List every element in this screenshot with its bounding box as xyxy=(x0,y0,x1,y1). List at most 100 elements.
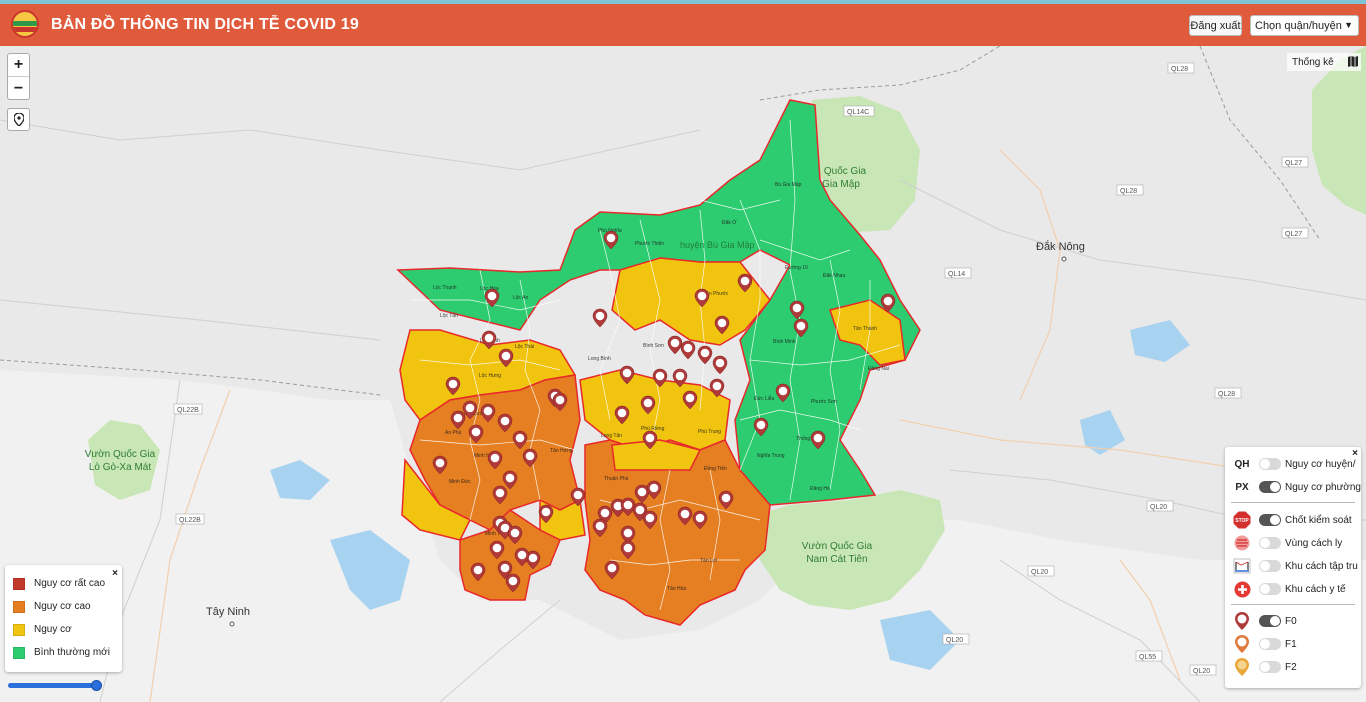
svg-text:QL14: QL14 xyxy=(948,271,965,278)
toggle-medical[interactable] xyxy=(1259,583,1281,595)
logout-button[interactable]: Đăng xuất xyxy=(1189,15,1242,36)
city-label-dak-nong: Đắk Nông xyxy=(1036,240,1085,253)
legend-close-button[interactable]: × xyxy=(112,568,118,579)
app-logo xyxy=(11,10,39,38)
divider xyxy=(1231,502,1355,503)
commune-label: Long Bình xyxy=(588,356,611,362)
road-label: QL14 xyxy=(944,267,972,279)
city-label-tay-ninh: Tây Ninh xyxy=(206,606,250,618)
commune-label: Minh Đức xyxy=(449,479,471,485)
layer-row-medical: Khu cách y tế xyxy=(1225,579,1361,599)
park-label: Gia Mập xyxy=(822,179,860,190)
app-header: BẢN ĐỒ THÔNG TIN DỊCH TỄ COVID 19 Đăng x… xyxy=(0,4,1366,46)
commune-label: Bù Gia Mập xyxy=(775,182,802,188)
svg-text:QL55: QL55 xyxy=(1139,654,1156,661)
layer-label: Nguy cơ phường xyxy=(1285,481,1361,493)
layer-label: F1 xyxy=(1285,638,1297,650)
road-label: QL14C xyxy=(843,105,875,117)
svg-text:QL27: QL27 xyxy=(1285,160,1302,167)
stats-button[interactable]: Thống kê xyxy=(1287,53,1361,71)
road-label: QL55 xyxy=(1135,650,1163,662)
svg-text:QL28: QL28 xyxy=(1218,391,1235,398)
toggle-f2[interactable] xyxy=(1259,661,1281,673)
commune-label: Lộc Thái xyxy=(515,344,534,350)
legend-swatch xyxy=(13,623,25,636)
legend-label: Nguy cơ xyxy=(34,624,72,635)
page-title: BẢN ĐỒ THÔNG TIN DỊCH TỄ COVID 19 xyxy=(51,16,359,33)
toggle-checkpoint[interactable] xyxy=(1259,514,1281,526)
toggle-qh[interactable] xyxy=(1259,458,1281,470)
commune-label: Lộc Thạnh xyxy=(433,285,457,291)
commune-label: Tân Thành xyxy=(853,326,877,332)
road-label: QL20 xyxy=(1146,500,1174,512)
park-label: Vườn Quốc Gia xyxy=(85,448,156,460)
layer-label: Nguy cơ huyện/ xyxy=(1285,458,1356,470)
opacity-slider[interactable] xyxy=(8,680,102,691)
svg-text:STOP: STOP xyxy=(1235,518,1249,524)
park-label: Nam Cát Tiên xyxy=(806,554,867,565)
commune-label: Đức Liễu xyxy=(754,395,775,402)
layer-row-px: PX Nguy cơ phường xyxy=(1225,477,1361,497)
zoom-in-button[interactable]: + xyxy=(8,54,29,77)
commune-label: Đăng Hà xyxy=(810,486,830,492)
commune-label: Bình Minh xyxy=(773,339,796,345)
commune-label: Nghĩa Trung xyxy=(757,453,785,459)
layer-label: F2 xyxy=(1285,661,1297,673)
toggle-px[interactable] xyxy=(1259,481,1281,493)
stats-label: Thống kê xyxy=(1292,56,1334,68)
svg-text:QL28: QL28 xyxy=(1171,66,1188,73)
legend-label: Nguy cơ rất cao xyxy=(34,578,106,589)
commune-label: Long Tân xyxy=(601,433,622,439)
f1-marker-icon xyxy=(1235,635,1249,653)
road-label: QL22B xyxy=(173,403,203,415)
svg-text:QL20: QL20 xyxy=(1150,504,1167,511)
slider-track xyxy=(8,683,96,688)
layer-label: Khu cách y tế xyxy=(1285,583,1346,595)
commune-label: Lộc Tấn xyxy=(440,313,458,319)
park-label: Quốc Gia xyxy=(824,165,867,177)
layer-row-isolation-zone: Vùng cách ly xyxy=(1225,533,1361,553)
layer-row-f1: F1 xyxy=(1225,634,1361,654)
commune-label: Lộc Hưng xyxy=(479,373,501,379)
layer-code: PX xyxy=(1235,481,1249,493)
layer-row-f0: F0 xyxy=(1225,611,1361,631)
road-label: QL28 xyxy=(1214,387,1242,399)
commune-label: An Phú xyxy=(445,430,462,436)
layer-row-camp: Khu cách tập tru xyxy=(1225,556,1361,576)
zoom-out-button[interactable]: − xyxy=(8,77,29,100)
road-label: QL22B xyxy=(175,513,205,525)
toggle-f1[interactable] xyxy=(1259,638,1281,650)
toggle-f0[interactable] xyxy=(1259,615,1281,627)
toggle-isolation-zone[interactable] xyxy=(1259,537,1281,549)
commune-label: Tân Lợi xyxy=(700,558,717,564)
toggle-camp[interactable] xyxy=(1259,560,1281,572)
slider-thumb[interactable] xyxy=(91,680,102,691)
road-label: QL28 xyxy=(1116,184,1144,196)
stop-sign-icon: STOP xyxy=(1233,511,1251,529)
layer-label: Vùng cách ly xyxy=(1285,537,1343,549)
layer-label: F0 xyxy=(1285,615,1297,627)
commune-label: Tân Hưng xyxy=(550,448,573,454)
legend-label: Bình thường mới xyxy=(34,647,110,658)
commune-label: Đăk Ơ xyxy=(722,220,737,226)
legend-item: Nguy cơ rất cao xyxy=(13,572,114,595)
district-select[interactable]: Chọn quận/huyện ▼ xyxy=(1250,15,1359,36)
map-canvas[interactable]: QL28 QL14C QL27 QL28 QL27 QL14 QL22B QL2… xyxy=(0,46,1366,702)
svg-text:QL27: QL27 xyxy=(1285,231,1302,238)
layer-panel: × QH Nguy cơ huyện/ PX Nguy cơ phường ST… xyxy=(1225,447,1361,688)
layer-code: QH xyxy=(1234,458,1250,470)
park-label: Vườn Quốc Gia xyxy=(802,540,873,552)
district-select-value: Chọn quận/huyện xyxy=(1255,19,1342,32)
legend-swatch xyxy=(13,646,25,659)
road-label: QL20 xyxy=(1189,664,1217,676)
layer-row-f2: F2 xyxy=(1225,657,1361,677)
road-label: QL28 xyxy=(1167,62,1195,74)
locate-button[interactable] xyxy=(7,108,30,131)
road-label: QL27 xyxy=(1281,227,1309,239)
f2-marker-icon xyxy=(1235,658,1249,676)
commune-label: Bình Sơn xyxy=(643,343,664,349)
layer-row-checkpoint: STOP Chốt kiểm soát xyxy=(1225,510,1361,530)
svg-text:QL22B: QL22B xyxy=(177,407,199,414)
f0-marker-icon xyxy=(1235,612,1249,630)
commune-label: Lộc An xyxy=(513,295,529,301)
